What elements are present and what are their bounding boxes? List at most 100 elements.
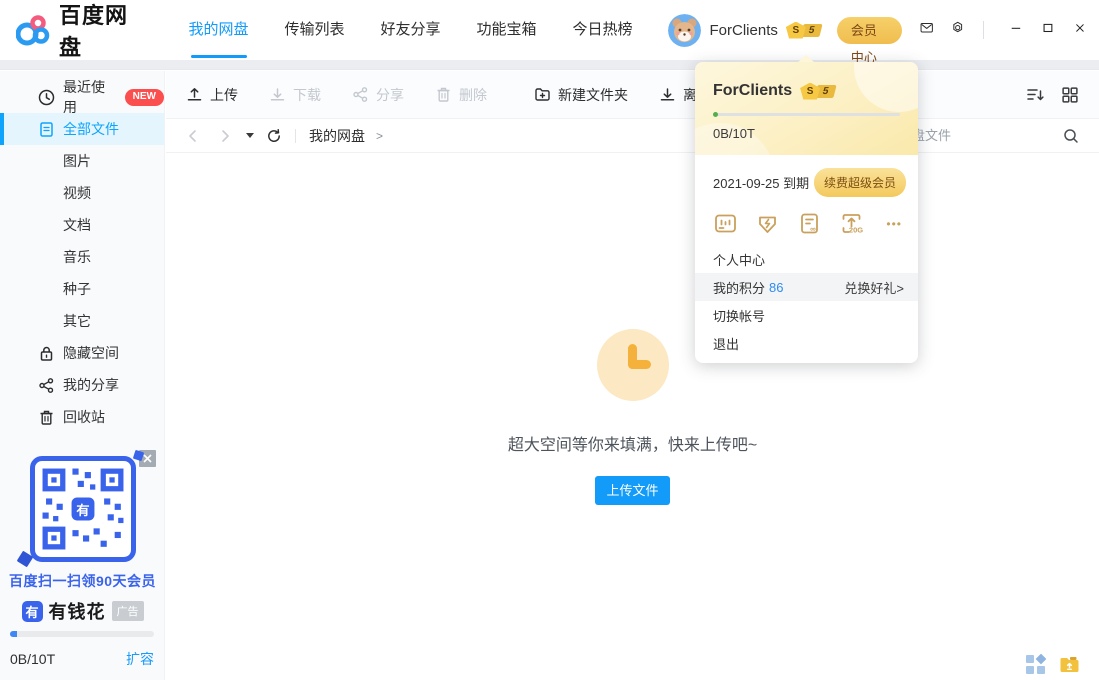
share-icon (38, 377, 55, 394)
storage-capacity-icon[interactable] (713, 211, 738, 236)
sidebar: 最近使用 NEW 全部文件 图片 视频 文档 音乐 种子 其它 隐藏空间 我的分… (0, 71, 165, 680)
speed-download-icon[interactable] (755, 211, 780, 236)
redeem-gift-link[interactable]: 兑换好礼> (844, 278, 904, 297)
top-navigation: 我的网盘 传输列表 好友分享 功能宝箱 今日热榜 (188, 0, 668, 60)
mini-apps-grid-icon[interactable] (1025, 654, 1046, 675)
maximize-button-icon[interactable] (1043, 23, 1053, 37)
panel-username: ForClients (713, 82, 792, 100)
breadcrumb-chevron: > (376, 129, 383, 143)
sidebar-item-videos[interactable]: 视频 (0, 177, 164, 209)
minimize-button-icon[interactable] (1011, 23, 1021, 37)
sidebar-item-label: 最近使用 (63, 77, 116, 117)
history-dropdown-icon[interactable] (246, 133, 254, 138)
download-icon (269, 86, 286, 103)
search-icon[interactable] (1063, 128, 1079, 144)
new-folder-button[interactable]: 新建文件夹 (534, 85, 628, 105)
sidebar-item-torrents[interactable]: 种子 (0, 273, 164, 305)
menu-item-points[interactable]: 我的积分 86 兑换好礼> (695, 273, 918, 301)
brand-name: 有钱花 (49, 598, 106, 624)
storage-section: 0B/10T 扩容 (10, 631, 154, 669)
sidebar-item-recycle-bin[interactable]: 回收站 (0, 401, 164, 433)
upload-file-button[interactable]: 上传文件 (595, 476, 669, 505)
delete-button[interactable]: 删除 (435, 85, 487, 105)
forward-arrow-icon[interactable] (218, 129, 232, 143)
titlebar-shadow-band (0, 60, 1099, 70)
share-button[interactable]: 分享 (352, 85, 404, 105)
mail-icon[interactable] (920, 21, 933, 40)
new-badge: NEW (125, 89, 164, 106)
ad-brand-row: 有 有钱花 广告 (0, 598, 165, 624)
new-folder-label: 新建文件夹 (558, 85, 628, 105)
upload-quota-text: 20G (849, 226, 863, 235)
delete-label: 删除 (459, 85, 487, 105)
points-label: 我的积分 (713, 278, 765, 297)
renew-svip-button[interactable]: 续费超级会员 (814, 168, 906, 197)
tab-friend-share[interactable]: 好友分享 (380, 0, 442, 60)
upload-button[interactable]: 上传 (186, 85, 238, 105)
lock-icon (38, 345, 55, 362)
sidebar-item-label: 我的分享 (63, 375, 119, 395)
tab-hot-list[interactable]: 今日热榜 (572, 0, 634, 60)
corner-shortcuts (1025, 654, 1080, 675)
sidebar-item-label: 回收站 (63, 407, 105, 427)
expand-storage-link[interactable]: 扩容 (126, 649, 154, 669)
panel-storage-usage: 0B/10T (713, 126, 900, 141)
panel-storage-bar (713, 113, 900, 116)
user-menu: 个人中心 我的积分 86 兑换好礼> 切换帐号 退出 (695, 245, 918, 363)
tab-transfer-list[interactable]: 传输列表 (284, 0, 346, 60)
download-button[interactable]: 下载 (269, 85, 321, 105)
user-avatar[interactable] (668, 14, 701, 47)
points-value: 86 (769, 280, 783, 295)
more-privileges-icon[interactable]: ••• (886, 217, 902, 231)
upload-folder-icon[interactable] (1059, 654, 1080, 675)
vip-privileges-row: ∞ 20G ••• (695, 197, 918, 245)
sidebar-item-music[interactable]: 音乐 (0, 241, 164, 273)
clock-icon (38, 89, 55, 106)
qr-center-logo: 有 (76, 502, 89, 518)
sidebar-item-hidden-space[interactable]: 隐藏空间 (0, 337, 164, 369)
storage-progress-fill (10, 631, 17, 637)
app-title: 百度网盘 (59, 0, 140, 62)
unlimited-transfer-icon[interactable]: ∞ (797, 211, 822, 236)
download-label: 下载 (293, 85, 321, 105)
sidebar-item-documents[interactable]: 文档 (0, 209, 164, 241)
settings-gear-icon[interactable] (951, 21, 964, 40)
tab-my-drive[interactable]: 我的网盘 (188, 0, 250, 60)
ad-caption: 百度扫一扫领90天会员 (0, 571, 165, 591)
empty-state: 超大空间等你来填满，快来上传吧~ 上传文件 (166, 329, 1099, 505)
sidebar-item-all-files[interactable]: 全部文件 (0, 113, 164, 145)
breadcrumb-divider (295, 129, 296, 143)
file-icon (38, 121, 55, 138)
sidebar-item-recent[interactable]: 最近使用 NEW (0, 81, 164, 113)
titlebar-right: ForClients S 5 会员中心 (668, 14, 1099, 47)
menu-item-switch-account[interactable]: 切换帐号 (695, 301, 918, 329)
user-dropdown-panel: ForClients S 5 0B/10T 2021-09-25 到期 续费超级… (695, 62, 918, 363)
sidebar-item-my-shares[interactable]: 我的分享 (0, 369, 164, 401)
breadcrumb-root[interactable]: 我的网盘 (309, 126, 365, 146)
trash-icon (435, 86, 452, 103)
sort-order-icon[interactable] (1026, 86, 1044, 103)
username-label[interactable]: ForClients (710, 22, 778, 39)
upload-icon (186, 86, 203, 103)
back-arrow-icon[interactable] (186, 129, 200, 143)
tab-toolbox[interactable]: 功能宝箱 (476, 0, 538, 60)
qr-decoration-cube (16, 551, 33, 568)
grid-view-icon[interactable] (1061, 86, 1079, 103)
empty-message: 超大空间等你来填满，快来上传吧~ (508, 431, 757, 455)
close-button-icon[interactable] (1075, 23, 1085, 37)
brand-logo-icon: 有 (22, 601, 43, 622)
ad-tag: 广告 (112, 601, 144, 621)
member-center-button[interactable]: 会员中心 (837, 17, 902, 44)
menu-item-logout[interactable]: 退出 (695, 329, 918, 357)
new-folder-icon (534, 86, 551, 103)
sidebar-item-pictures[interactable]: 图片 (0, 145, 164, 177)
refresh-icon[interactable] (266, 128, 282, 144)
offline-download-icon (659, 86, 676, 103)
sidebar-nav: 最近使用 NEW 全部文件 图片 视频 文档 音乐 种子 其它 隐藏空间 我的分… (0, 71, 164, 433)
svip-badge[interactable]: S 5 (786, 22, 821, 39)
sidebar-ad: 有 百度扫一扫领90天会员 有 有钱花 广告 (0, 448, 165, 624)
app-logo: 百度网盘 (0, 0, 140, 62)
sidebar-item-others[interactable]: 其它 (0, 305, 164, 337)
menu-item-profile[interactable]: 个人中心 (695, 245, 918, 273)
upload-quota-icon[interactable]: 20G (839, 211, 864, 236)
